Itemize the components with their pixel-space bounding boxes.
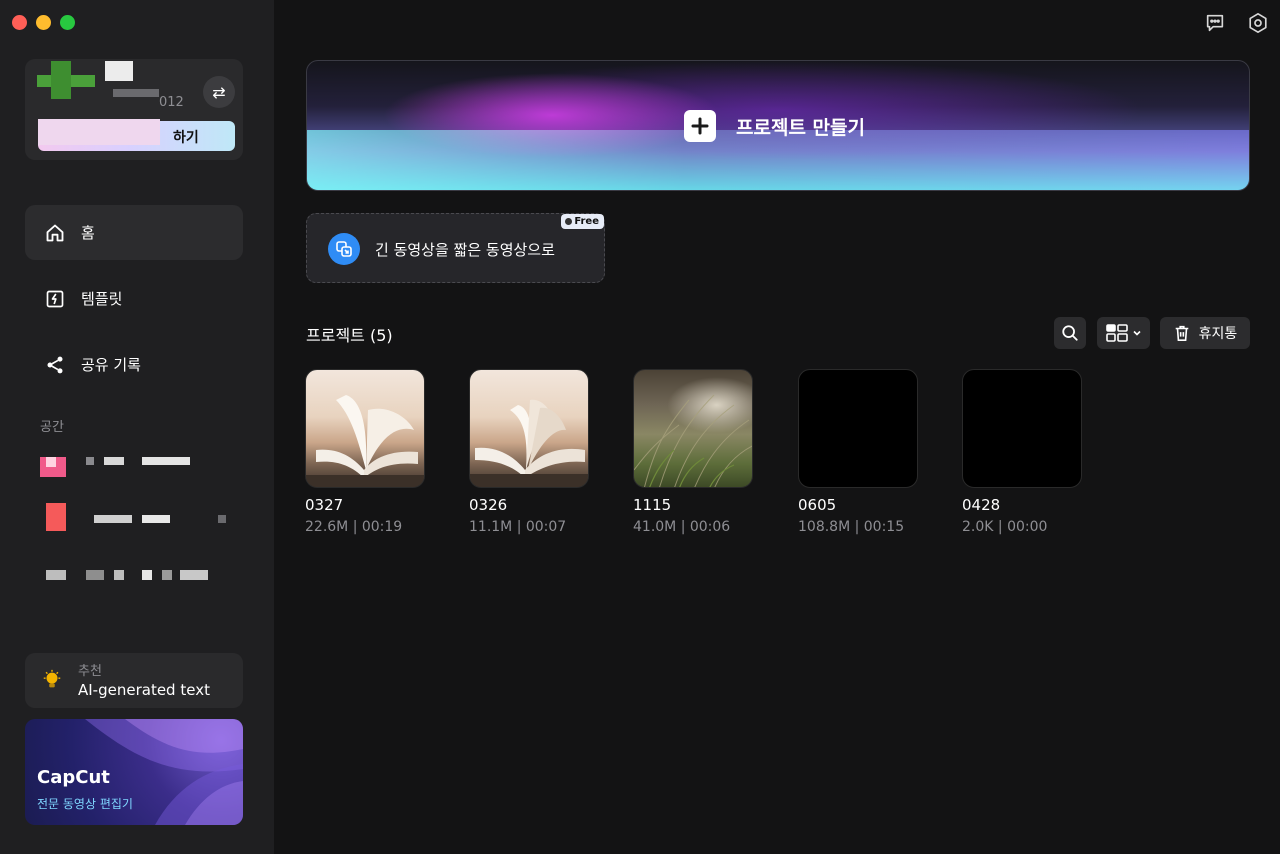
project-thumbnail[interactable]: [305, 369, 425, 488]
search-projects-button[interactable]: [1054, 317, 1086, 349]
switch-account-button[interactable]: ⇄: [203, 76, 235, 108]
project-card[interactable]: 1115 41.0M | 00:06: [633, 369, 753, 535]
chevron-down-icon: [1132, 330, 1141, 336]
grid-view-icon: [1105, 324, 1128, 342]
project-thumbnail[interactable]: [633, 369, 753, 488]
trash-icon: [1175, 325, 1188, 342]
space-item[interactable]: [40, 562, 240, 596]
project-name: 0326: [469, 496, 508, 514]
recommendation-label: 추천: [78, 664, 102, 679]
capcut-subtitle: 전문 동영상 편집기: [37, 797, 133, 811]
view-mode-button[interactable]: [1097, 317, 1150, 349]
coin-icon: [565, 218, 573, 225]
close-window-button[interactable]: [12, 15, 27, 30]
create-project-banner[interactable]: 프로젝트 만들기: [306, 60, 1250, 191]
space-item[interactable]: [40, 503, 240, 537]
project-name: 0327: [305, 496, 344, 514]
project-meta: 41.0M | 00:06: [633, 519, 731, 535]
project-meta: 108.8M | 00:15: [798, 519, 905, 535]
trash-button[interactable]: 휴지통: [1160, 317, 1250, 349]
free-badge-label: Free: [574, 216, 599, 227]
nav-templates-label: 템플릿: [81, 290, 123, 308]
project-name: 0605: [798, 496, 837, 514]
account-name-redacted: [113, 89, 159, 97]
space-item[interactable]: [40, 452, 240, 486]
nav-item-templates[interactable]: 템플릿: [25, 271, 243, 326]
project-meta: 22.6M | 00:19: [305, 519, 403, 535]
project-thumbnail[interactable]: [962, 369, 1082, 488]
recommendation-title: AI-generated text: [78, 681, 210, 699]
avatar: [37, 61, 133, 99]
clip-convert-icon: [328, 233, 360, 265]
space-avatar: [46, 570, 66, 580]
space-avatar: [46, 503, 66, 531]
project-card[interactable]: 0428 2.0K | 00:00: [962, 369, 1082, 535]
open-book-image: [470, 399, 588, 487]
project-name: 0428: [962, 496, 1001, 514]
search-icon: [1062, 325, 1078, 341]
capcut-title: CapCut: [37, 767, 110, 788]
account-action-button[interactable]: 하기: [38, 119, 235, 151]
nav-share-label: 공유 기록: [81, 356, 141, 374]
account-id: 012: [159, 95, 184, 110]
project-meta: 11.1M | 00:07: [469, 519, 567, 535]
long-to-short-video-button[interactable]: 긴 동영상을 짧은 동영상으로 Free: [306, 213, 605, 283]
button-text-redacted: [38, 119, 160, 145]
window-controls: [12, 15, 75, 30]
spaces-section-label: 공간: [40, 420, 64, 435]
create-project-label: 프로젝트 만들기: [736, 116, 865, 139]
nav-item-home[interactable]: 홈: [25, 205, 243, 260]
nav-home-label: 홈: [81, 224, 95, 242]
home-icon: [46, 224, 64, 241]
maximize-window-button[interactable]: [60, 15, 75, 30]
sidebar: 012 ⇄ 하기 홈 템플릿 공유 기록 공간 추천 AI-generated …: [0, 0, 274, 854]
open-book-image: [306, 395, 424, 487]
template-icon: [46, 290, 64, 307]
plus-icon: [684, 110, 716, 142]
project-card[interactable]: 0326 11.1M | 00:07: [469, 369, 589, 535]
swap-arrows-icon: ⇄: [212, 82, 226, 102]
lightbulb-icon: [43, 669, 61, 688]
settings-gear-icon[interactable]: [1247, 12, 1269, 34]
nav-item-share-history[interactable]: 공유 기록: [25, 337, 243, 392]
share-icon: [47, 356, 63, 373]
project-name: 1115: [633, 496, 672, 514]
project-meta: 2.0K | 00:00: [962, 519, 1048, 535]
capcut-promo-card[interactable]: CapCut 전문 동영상 편집기: [25, 719, 243, 825]
long-to-short-label: 긴 동영상을 짧은 동영상으로: [375, 241, 555, 259]
account-card: 012 ⇄ 하기: [25, 59, 243, 160]
recommendation-card[interactable]: 추천 AI-generated text: [25, 653, 243, 708]
project-card[interactable]: 0327 22.6M | 00:19: [305, 369, 425, 535]
project-thumbnail[interactable]: [798, 369, 918, 488]
project-card[interactable]: 0605 108.8M | 00:15: [798, 369, 918, 535]
minimize-window-button[interactable]: [36, 15, 51, 30]
trash-label: 휴지통: [1198, 326, 1238, 342]
free-badge: Free: [561, 214, 604, 229]
projects-heading: 프로젝트 (5): [306, 326, 393, 345]
feedback-icon[interactable]: [1204, 12, 1226, 34]
grass-field-image: [634, 394, 752, 487]
project-thumbnail[interactable]: [469, 369, 589, 488]
account-action-label: 하기: [173, 130, 199, 146]
